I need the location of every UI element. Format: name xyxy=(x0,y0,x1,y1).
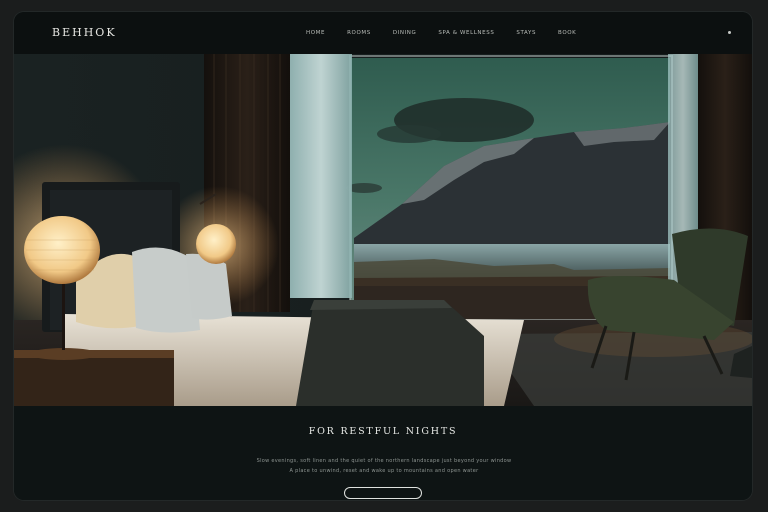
nav-item-stays[interactable]: STAYS xyxy=(516,30,536,36)
cta-button[interactable] xyxy=(344,487,422,499)
description-line: A place to unwind, reset and wake up to … xyxy=(289,468,479,474)
nav-item-dining[interactable]: DINING xyxy=(393,30,417,36)
bedroom-scene xyxy=(14,54,752,406)
description-line: Slow evenings, soft linen and the quiet … xyxy=(256,458,512,464)
top-nav: BEHHOK HOME ROOMS DINING SPA & WELLNESS … xyxy=(14,12,752,54)
menu-dot-icon[interactable] xyxy=(728,31,731,34)
section-headline: FOR RESTFUL NIGHTS xyxy=(308,426,458,437)
nav-item-book[interactable]: BOOK xyxy=(558,30,576,36)
nav-item-spa[interactable]: SPA & WELLNESS xyxy=(438,30,494,36)
hero-image xyxy=(14,54,752,406)
nav-item-rooms[interactable]: ROOMS xyxy=(347,30,371,36)
app-frame: BEHHOK HOME ROOMS DINING SPA & WELLNESS … xyxy=(14,12,752,500)
brand-logo[interactable]: BEHHOK xyxy=(52,26,117,39)
section-description: Slow evenings, soft linen and the quiet … xyxy=(194,456,574,476)
main-menu: HOME ROOMS DINING SPA & WELLNESS STAYS B… xyxy=(306,30,598,36)
content-section: FOR RESTFUL NIGHTS Slow evenings, soft l… xyxy=(14,406,752,500)
nav-item-home[interactable]: HOME xyxy=(306,30,325,36)
